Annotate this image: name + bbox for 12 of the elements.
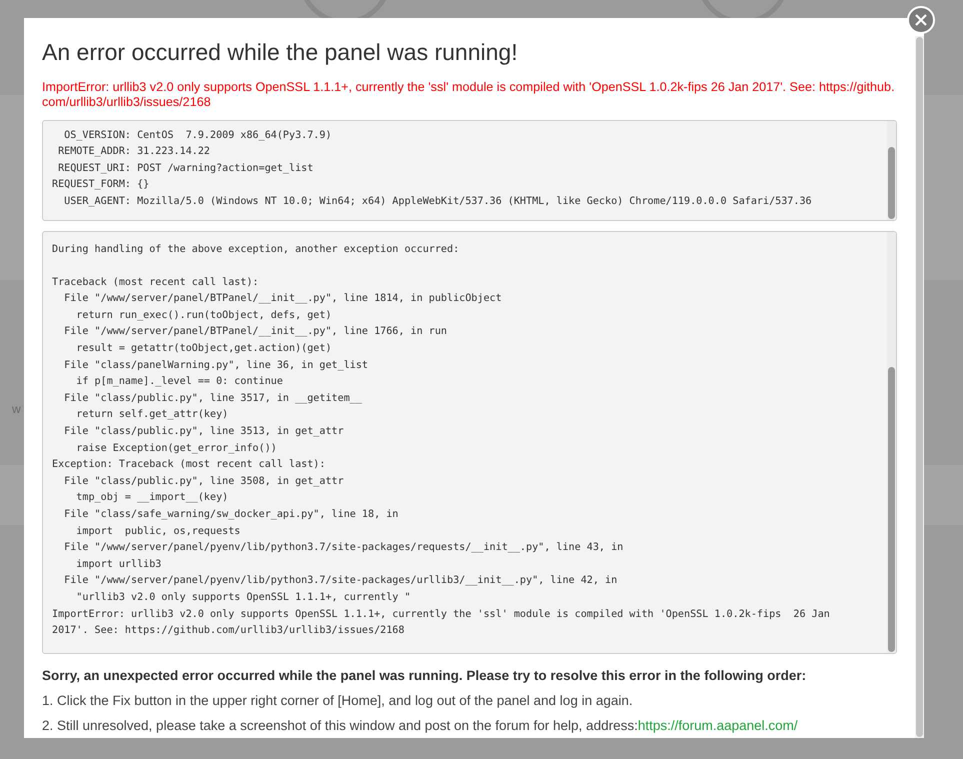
request-info-text: OS_VERSION: CentOS 7.9.2009 x86_64(Py3.7.9) REMOTE_ADDR: 31.223.14.22 REQUEST_URI: POST /warning?action=get_list REQUEST_FORM: {} USER_AGENT: Mozilla/5.0 (Windows NT 10.0; Win64; x64) AppleWebKit/537.36 (KHTML, like Gecko) Chrome/119.0.0.0 Safari/537.36 bbox=[51, 128, 813, 209]
forum-link[interactable]: https://forum.aapanel.com/ bbox=[638, 718, 798, 733]
help-heading: Sorry, an unexpected error occurred while the panel was running. Please try to resolve this error in the following order: bbox=[42, 666, 808, 685]
error-message: ImportError: urllib3 v2.0 only supports OpenSSL 1.1.1+, currently the 'ssl' module is compiled with 'OpenSSL 1.0.2k-fips 26 Jan 2017'. See: https://github.com/urllib3/urllib3/issues/2168 bbox=[42, 80, 896, 110]
help-step: 1. Click the Fix button in the upper right corner of [Home], and log out of the panel and log in again. bbox=[42, 690, 897, 711]
scrollbar[interactable] bbox=[887, 120, 896, 220]
help-step: 2. Still unresolved, please take a screenshot of this window and post on the forum for help, address:https://forum.aapanel.com/ bbox=[42, 716, 897, 736]
dialog-title: An error occurred while the panel was running! bbox=[42, 38, 519, 67]
close-icon bbox=[915, 14, 927, 26]
scrollbar[interactable] bbox=[915, 36, 924, 738]
traceback-text: During handling of the above exception, another exception occurred: Traceback (most recent call last): File "/www/server/panel/BTPanel/__init__.py", line 1814, in publicObject return run_exec().run(toObject, defs, get) File "/www/server/panel/BTPanel/__init__.py", line 1766, in run result = getattr(toObject,get.action)(get) File "class/panelWarning.py", line 36, in get_list if p[m_name]._level == 0: continue File "class/public.py", line 3517, in __getitem__ return self.get_attr(key) File "class/public.py", line 3513, in get_attr raise Exception(get_error_info()) Exception: Traceback (most recent call last): File "class/public.py", line 3508, in get_attr tmp_obj = __import__(key) File "class/safe_warning/sw_docker_api.py", line 18, in import public, os,requests File "/www/server/panel/pyenv/lib/python3.7/site-packages/requests/__init__.py", line 43, in import urllib3 File "/www/server/panel/pyenv/lib/python3.7/site-packages/urllib3/__init__.py", line 42, in "urllib3 v2.0 only supports OpenSSL 1.1.1+, currently " ImportError: urllib3 v2.0 only supports OpenSSL 1.1.1+, currently the 'ssl' module is compiled with 'OpenSSL 1.0.2k-fips 26 Jan 2017'. See: https://github.com/urllib3/urllib3/issues/2168 bbox=[51, 242, 831, 638]
scrollbar[interactable] bbox=[887, 232, 896, 652]
